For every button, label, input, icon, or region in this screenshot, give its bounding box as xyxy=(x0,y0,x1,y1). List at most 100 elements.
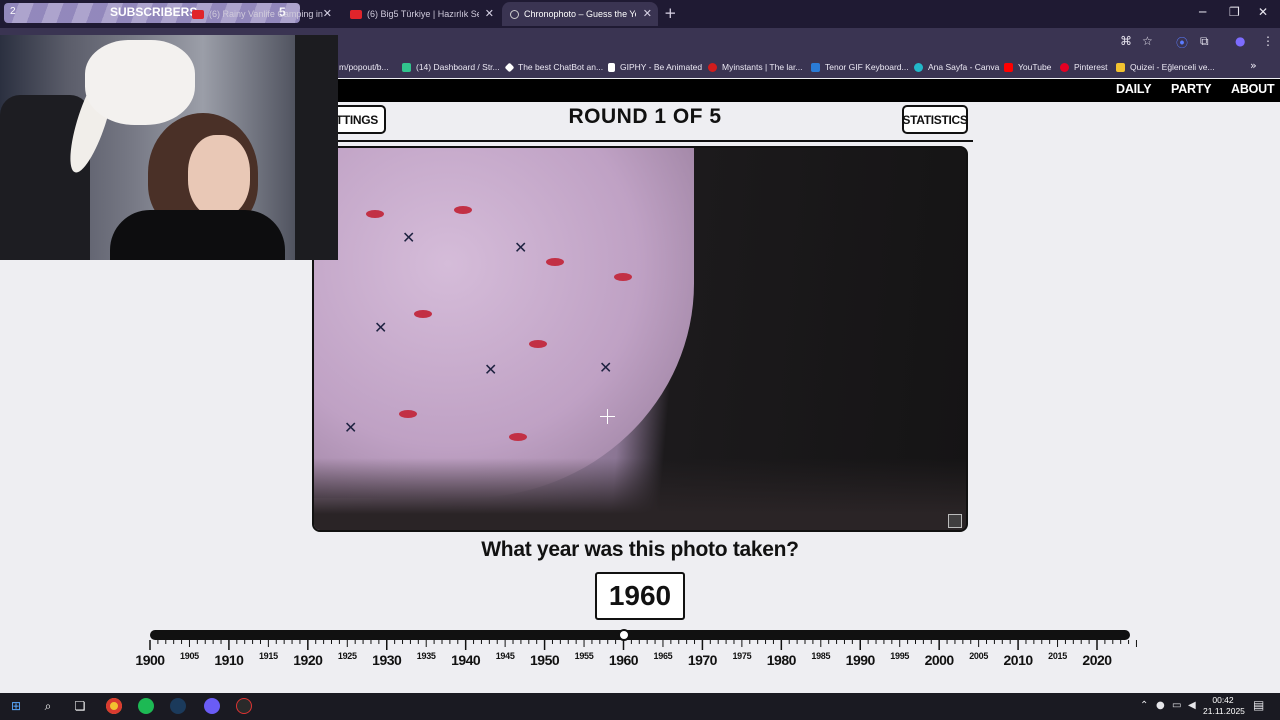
slider-year-label: 1935 xyxy=(416,651,436,661)
bookmark-dashboard[interactable]: (14) Dashboard / Str... xyxy=(402,60,500,74)
bookmark-label: Myinstants | The lar... xyxy=(722,62,803,72)
notification-icon[interactable]: ▤ xyxy=(1253,698,1264,712)
slider-year-label: 1900 xyxy=(135,652,165,668)
chrome-icon[interactable] xyxy=(106,698,122,714)
puzzle-icon[interactable]: ⧉ xyxy=(1200,34,1209,49)
bookmark-myinstants[interactable]: Myinstants | The lar... xyxy=(708,60,802,74)
photo-motif xyxy=(454,206,472,214)
bookmark-icon xyxy=(708,62,717,72)
microphone-icon[interactable]: ● xyxy=(1156,700,1165,711)
clock-date: 21.11.2025 xyxy=(1203,706,1245,716)
photo-motif xyxy=(546,258,564,266)
bookmark-label: YouTube xyxy=(1018,62,1052,72)
selected-year: 1960 xyxy=(595,572,685,620)
clock[interactable]: 00:42 21.11.2025 xyxy=(1203,695,1245,717)
bookmark-quizei[interactable]: Quizei - Eğlenceli ve... xyxy=(1116,60,1215,74)
webcam-pillow xyxy=(85,40,195,125)
crosshair-icon xyxy=(607,409,608,424)
windows-start-icon[interactable]: ⊞ xyxy=(8,698,24,714)
slider-year-label: 1930 xyxy=(372,652,402,668)
expand-icon[interactable] xyxy=(948,514,962,528)
slider-year-label: 1940 xyxy=(451,652,481,668)
question-text: What year was this photo taken? xyxy=(481,538,799,561)
extension-icon[interactable]: ⦿ xyxy=(1176,34,1188,51)
slider-year-label: 2020 xyxy=(1082,652,1112,668)
photo-motif xyxy=(414,310,432,318)
tab-big5[interactable]: (6) Big5 Türkiye | Hazırlık Sezon ✕ xyxy=(344,2,500,26)
bookmark-youtube[interactable]: YouTube xyxy=(1004,60,1051,74)
subscribers-title: SUBSCRIBERS xyxy=(110,5,198,19)
year-slider-track[interactable] xyxy=(150,630,1130,640)
close-icon[interactable]: ✕ xyxy=(643,7,652,20)
webcam-face xyxy=(188,135,250,217)
search-icon[interactable]: ⌕ xyxy=(40,698,56,714)
bookmark-tenor[interactable]: Tenor GIF Keyboard... xyxy=(811,60,909,74)
nav-daily[interactable]: DAILY xyxy=(1116,82,1152,96)
slider-year-label: 2015 xyxy=(1048,651,1067,661)
slider-year-label: 1960 xyxy=(608,652,639,668)
menu-icon[interactable]: ⋮ xyxy=(1262,34,1274,48)
maximize-icon[interactable]: ❐ xyxy=(1229,5,1240,19)
photo-motif: ✕ xyxy=(484,360,498,379)
slider-year-label: 2000 xyxy=(924,652,955,668)
slider-year-label: 2005 xyxy=(969,651,989,661)
photo-fabric xyxy=(314,148,694,498)
statistics-button[interactable]: STATISTICS xyxy=(902,105,968,134)
translate-icon[interactable]: ⌘ xyxy=(1120,34,1132,48)
webcam-body xyxy=(110,210,285,260)
bookmark-icon xyxy=(608,62,615,72)
bookmark-giphy[interactable]: GIPHY - Be Animated xyxy=(608,60,702,74)
slider-year-label: 1915 xyxy=(258,651,278,661)
slider-year-label: 1945 xyxy=(495,651,515,661)
volume-icon[interactable]: ◀ xyxy=(1188,700,1196,711)
photo-shadow xyxy=(314,458,966,530)
chevron-right-icon[interactable]: » xyxy=(1250,59,1257,72)
slider-year-label: 1920 xyxy=(293,652,323,668)
slider-year-label: 1955 xyxy=(574,651,594,661)
photo-motif: ✕ xyxy=(374,318,388,337)
year-slider-thumb[interactable] xyxy=(617,629,630,641)
tab-label: (6) Big5 Türkiye | Hazırlık Sezon xyxy=(367,9,479,19)
spotify-icon[interactable] xyxy=(138,698,154,714)
youtube-icon xyxy=(1004,62,1013,72)
tab-chronophoto[interactable]: Chronophoto – Guess the Year ✕ xyxy=(502,2,658,26)
bookmark-label: Tenor GIF Keyboard... xyxy=(825,62,909,72)
photo-motif xyxy=(529,340,547,348)
guess-photo[interactable]: ✕ ✕ ✕ ✕ ✕ ✕ xyxy=(312,146,968,532)
bookmark-icon xyxy=(504,62,515,72)
profile-icon[interactable]: ● xyxy=(1235,34,1245,48)
photo-motif xyxy=(399,410,417,418)
close-icon[interactable]: ✕ xyxy=(485,7,494,20)
bookmark-chatbot[interactable]: The best ChatBot an... xyxy=(504,60,604,74)
pinterest-icon xyxy=(1060,62,1069,72)
bookmark-canva[interactable]: Ana Sayfa - Canva xyxy=(914,60,999,74)
bookmark-icon xyxy=(811,62,820,72)
chevron-up-icon[interactable]: ⌃ xyxy=(1140,700,1148,711)
bookmark-label: The best ChatBot an... xyxy=(518,62,604,72)
subscribers-current: 2 xyxy=(10,6,16,17)
nav-party[interactable]: PARTY xyxy=(1171,82,1212,96)
star-icon[interactable]: ☆ xyxy=(1142,34,1153,48)
photo-motif xyxy=(614,273,632,281)
bookmark-label: Ana Sayfa - Canva xyxy=(928,62,1000,72)
task-view-icon[interactable]: ❏ xyxy=(72,698,88,714)
network-icon[interactable]: ▭ xyxy=(1172,700,1181,711)
steam-icon[interactable] xyxy=(170,698,186,714)
app-icon[interactable] xyxy=(236,698,252,714)
close-icon[interactable]: ✕ xyxy=(1258,5,1268,19)
tab-rainy-vanlife[interactable]: (6) Rainy Vanlife Camping in Re ✕ xyxy=(186,2,338,26)
nav-about[interactable]: ABOUT xyxy=(1231,82,1275,96)
bookmark-icon xyxy=(914,62,923,72)
discord-icon[interactable] xyxy=(204,698,220,714)
bookmark-pinterest[interactable]: Pinterest xyxy=(1060,60,1108,74)
minimize-icon[interactable]: ─ xyxy=(1199,5,1206,19)
round-title: ROUND 1 OF 5 xyxy=(568,105,722,128)
photo-motif: ✕ xyxy=(599,358,613,377)
close-icon[interactable]: ✕ xyxy=(323,7,332,20)
plus-icon[interactable]: + xyxy=(664,4,677,22)
bookmark-icon xyxy=(402,62,411,72)
bookmark-label: GIPHY - Be Animated xyxy=(620,62,703,72)
tab-label: (6) Rainy Vanlife Camping in Re xyxy=(209,9,324,19)
globe-icon xyxy=(510,9,519,19)
photo-motif xyxy=(509,433,527,441)
